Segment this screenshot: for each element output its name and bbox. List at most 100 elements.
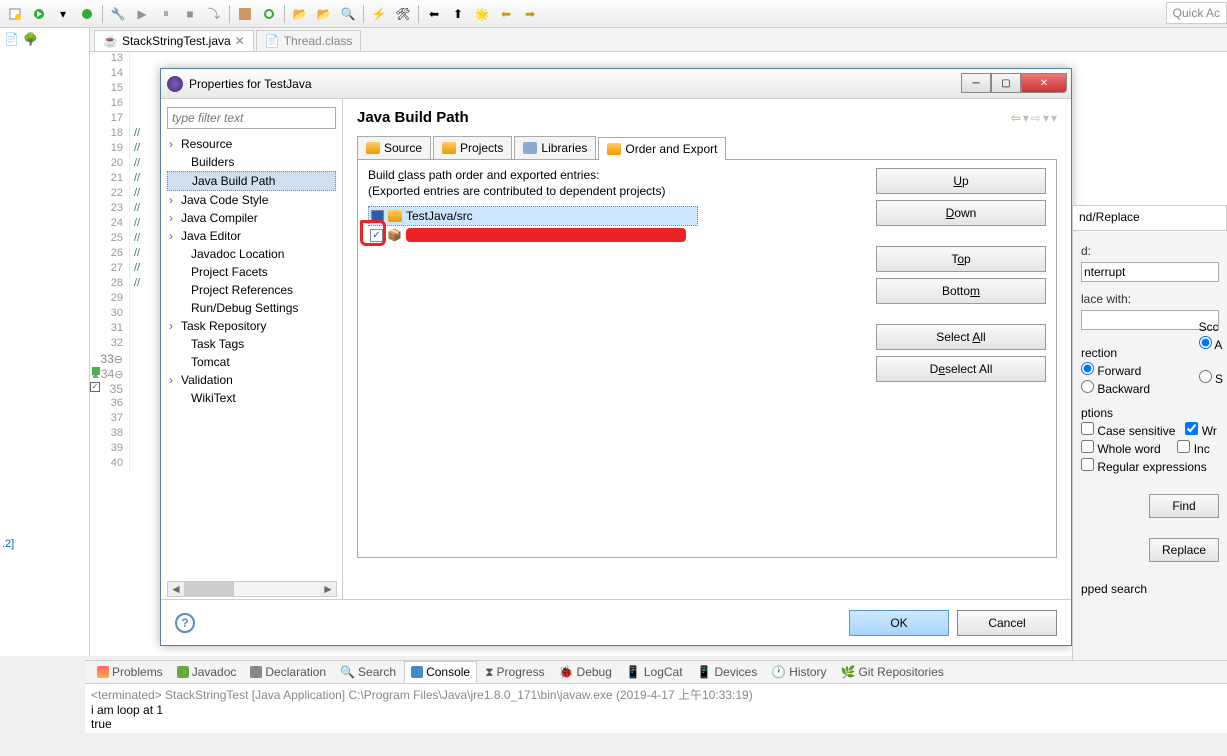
tab-declaration[interactable]: Declaration: [244, 662, 332, 682]
console-line: i am loop at 1: [91, 703, 1221, 717]
tab-source[interactable]: Source: [357, 136, 431, 159]
line-gutter: 13 14 15 16 17 18 19 20 21 22 23 24 25 2…: [90, 52, 130, 472]
nav-java-build-path[interactable]: Java Build Path: [167, 171, 336, 191]
down-button[interactable]: Down: [876, 200, 1046, 226]
tab-devices[interactable]: 📱Devices: [691, 662, 764, 682]
folder-icon: [366, 142, 380, 154]
stop-button[interactable]: ■: [179, 4, 201, 24]
find-input[interactable]: [1081, 262, 1219, 282]
back-button[interactable]: ⬅: [495, 4, 517, 24]
tab-search[interactable]: 🔍Search: [334, 662, 402, 682]
close-button[interactable]: ✕: [1021, 73, 1067, 93]
maximize-button[interactable]: ▢: [991, 73, 1021, 93]
help-icon[interactable]: ?: [175, 613, 195, 633]
tab-progress[interactable]: ⧗Progress: [479, 662, 550, 683]
nav-rundebug[interactable]: Run/Debug Settings: [167, 299, 336, 317]
bottom-button[interactable]: Bottom: [876, 278, 1046, 304]
nav-references[interactable]: Project References: [167, 281, 336, 299]
annotation-circle: [360, 220, 386, 246]
find-label: d:: [1081, 244, 1219, 258]
deselect-all-button[interactable]: Deselect All: [876, 356, 1046, 382]
tab-logcat[interactable]: 📱LogCat: [620, 662, 689, 682]
fwd-button[interactable]: ➡: [519, 4, 541, 24]
tab-git[interactable]: 🌿Git Repositories: [835, 662, 950, 682]
open-button[interactable]: 📂: [289, 4, 311, 24]
nav-java-editor[interactable]: Java Editor: [167, 227, 336, 245]
tab-debug[interactable]: 🐞Debug: [553, 662, 618, 682]
find-button[interactable]: Find: [1149, 494, 1219, 518]
nav-resource[interactable]: Resource: [167, 135, 336, 153]
tab-projects[interactable]: Projects: [433, 136, 512, 159]
replace-button[interactable]: Replace: [1149, 538, 1219, 562]
new-button[interactable]: [4, 4, 26, 24]
nav2-button[interactable]: ⬆: [447, 4, 469, 24]
back-arrow-icon[interactable]: ⇦: [1011, 111, 1021, 125]
refresh-button[interactable]: [258, 4, 280, 24]
regex-checkbox[interactable]: Regular expressions: [1081, 458, 1219, 474]
scroll-left-icon[interactable]: ◄: [168, 582, 184, 596]
console-output[interactable]: <terminated> StackStringTest [Java Appli…: [85, 684, 1227, 733]
nav-javadoc[interactable]: Javadoc Location: [167, 245, 336, 263]
page-title: Java Build Path: [357, 109, 469, 126]
case-checkbox[interactable]: Case sensitive Wr: [1081, 422, 1219, 438]
classpath-list[interactable]: TestJava/src ✓ 📦: [368, 206, 866, 244]
editor-tab-inactive[interactable]: 📄 Thread.class: [256, 30, 362, 51]
filter-input[interactable]: [167, 107, 336, 129]
scroll-right-icon[interactable]: ►: [320, 582, 336, 596]
tool-button[interactable]: 🔧: [107, 4, 129, 24]
nav3-button[interactable]: 🌟: [471, 4, 493, 24]
top-button[interactable]: Top: [876, 246, 1046, 272]
code-area[interactable]: // // // // // // // // // // //: [134, 52, 140, 292]
tab-history[interactable]: 🕐History: [765, 662, 832, 682]
whole-word-checkbox[interactable]: Whole word Inc: [1081, 440, 1219, 456]
resume-button[interactable]: ▶: [131, 4, 153, 24]
editor-tab-active[interactable]: ☕ StackStringTest.java ✕: [94, 30, 254, 51]
nav-task-tags[interactable]: Task Tags: [167, 335, 336, 353]
nav-wikitext[interactable]: WikiText: [167, 389, 336, 407]
nav-java-code-style[interactable]: Java Code Style: [167, 191, 336, 209]
up-button[interactable]: Up: [876, 168, 1046, 194]
tab-problems[interactable]: Problems: [91, 662, 169, 682]
run-button[interactable]: [28, 4, 50, 24]
dropdown-icon[interactable]: ▾: [52, 4, 74, 24]
quick-access-field[interactable]: Quick Ac: [1166, 2, 1227, 24]
close-icon[interactable]: ✕: [235, 34, 245, 48]
nav-button[interactable]: ⬅: [423, 4, 445, 24]
nav-java-compiler[interactable]: Java Compiler: [167, 209, 336, 227]
list-item-src[interactable]: TestJava/src: [368, 206, 698, 226]
nav-builders[interactable]: Builders: [167, 153, 336, 171]
package-button[interactable]: [234, 4, 256, 24]
scope-sel-radio[interactable]: S: [1199, 370, 1223, 386]
declaration-icon: [250, 666, 262, 678]
tab-javadoc[interactable]: Javadoc: [171, 662, 243, 682]
nav-scrollbar[interactable]: ◄ ►: [167, 581, 337, 597]
search-button[interactable]: 🔍: [337, 4, 359, 24]
dialog-titlebar[interactable]: Properties for TestJava ─ ▢ ✕: [161, 69, 1071, 99]
step-button[interactable]: ⤵: [203, 4, 225, 24]
jar-icon: 📦: [387, 228, 402, 242]
list-item-redacted[interactable]: ✓ 📦: [368, 226, 866, 244]
nav-validation[interactable]: Validation: [167, 371, 336, 389]
fwd-arrow-icon[interactable]: ⇨: [1031, 111, 1041, 125]
nav-tomcat[interactable]: Tomcat: [167, 353, 336, 371]
outline-icon[interactable]: 📄: [4, 32, 19, 46]
tab-order-export[interactable]: Order and Export: [598, 137, 726, 160]
pause-button[interactable]: ⏸: [155, 4, 177, 24]
minimize-button[interactable]: ─: [961, 73, 991, 93]
wand-button[interactable]: ⚡: [368, 4, 390, 24]
change-marker: [92, 367, 100, 375]
tab-libraries[interactable]: Libraries: [514, 136, 596, 159]
tool2-button[interactable]: 🛠: [392, 4, 414, 24]
tab-console[interactable]: Console: [404, 661, 477, 683]
nav-facets[interactable]: Project Facets: [167, 263, 336, 281]
breakpoint-marker[interactable]: ✓: [90, 382, 100, 392]
cancel-button[interactable]: Cancel: [957, 610, 1057, 636]
scroll-thumb[interactable]: [184, 582, 234, 596]
select-all-button[interactable]: Select All: [876, 324, 1046, 350]
debug-button[interactable]: [76, 4, 98, 24]
ok-button[interactable]: OK: [849, 610, 949, 636]
nav-task-repo[interactable]: Task Repository: [167, 317, 336, 335]
open2-button[interactable]: 📂: [313, 4, 335, 24]
scope-all-radio[interactable]: A: [1199, 336, 1223, 352]
hierarchy-icon[interactable]: 🌳: [23, 32, 38, 46]
